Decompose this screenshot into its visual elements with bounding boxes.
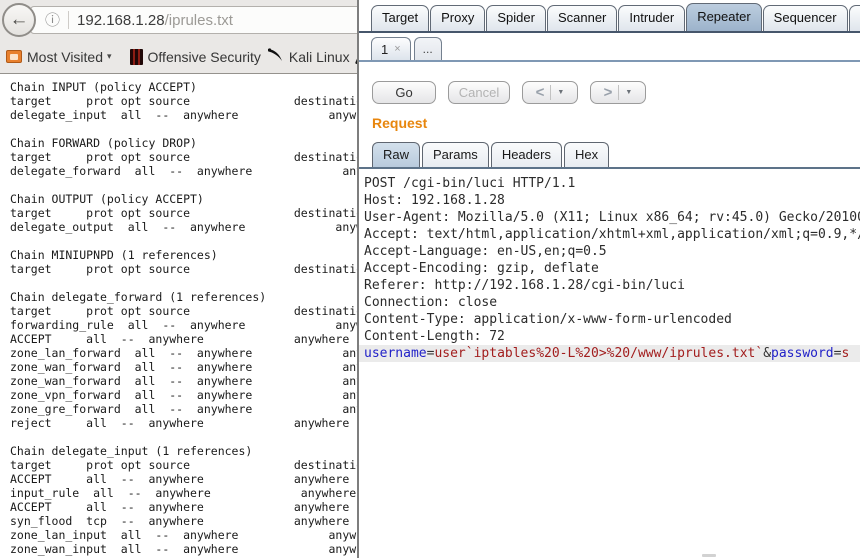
browser-chrome: ← ⓘ 192.168.1.28/iprules.txt Most Visite… — [0, 0, 357, 74]
kali-dragon-icon — [267, 46, 284, 68]
bookmarks-toolbar: Most Visited ▾ Offensive Security Kali L… — [0, 40, 357, 73]
back-arrow-icon: ← — [10, 10, 29, 29]
tab-proxy[interactable]: Proxy — [430, 5, 485, 31]
tab-scanner[interactable]: Scanner — [547, 5, 617, 31]
tab-intruder[interactable]: Intruder — [618, 5, 685, 31]
tab-target[interactable]: Target — [371, 5, 429, 31]
request-section-label: Request — [372, 115, 427, 131]
subtab-separator — [359, 60, 860, 62]
tab-decoder[interactable]: Decoder — [849, 5, 860, 31]
view-tab-params[interactable]: Params — [422, 142, 489, 167]
left-chevron-icon: < — [530, 84, 551, 101]
request-view-tabs: Raw Params Headers Hex — [372, 142, 609, 167]
tab-spider[interactable]: Spider — [486, 5, 546, 31]
url-text: 192.168.1.28/iprules.txt — [77, 12, 233, 29]
cancel-button[interactable]: Cancel — [448, 81, 510, 104]
back-button[interactable]: ← — [2, 3, 36, 37]
scrollbar-fragment — [702, 554, 716, 557]
view-tab-raw[interactable]: Raw — [372, 142, 420, 167]
most-visited-folder-icon — [6, 50, 22, 63]
burp-main-tabs: Target Proxy Spider Scanner Intruder Rep… — [371, 3, 860, 31]
url-path: /iprules.txt — [165, 12, 233, 29]
repeater-tab-1[interactable]: 1 × — [371, 37, 411, 60]
history-back-button[interactable]: < ▼ — [522, 81, 578, 104]
url-separator — [68, 11, 69, 29]
repeater-tab-more-label: ... — [423, 39, 433, 60]
page-content: Chain INPUT (policy ACCEPT) target prot … — [0, 75, 357, 558]
burp-pane: Target Proxy Spider Scanner Intruder Rep… — [359, 0, 860, 558]
viewtab-separator — [359, 167, 860, 169]
right-chevron-icon: > — [598, 84, 619, 101]
history-forward-button[interactable]: > ▼ — [590, 81, 646, 104]
browser-pane: ← ⓘ 192.168.1.28/iprules.txt Most Visite… — [0, 0, 357, 558]
repeater-controls: Go Cancel < ▼ > ▼ — [372, 81, 646, 104]
bookmark-kali-linux[interactable]: Kali Linux — [289, 49, 350, 65]
dropdown-caret-icon[interactable]: ▼ — [551, 89, 570, 96]
info-icon[interactable]: ⓘ — [45, 13, 60, 28]
bookmark-offensive-security[interactable]: Offensive Security — [148, 49, 261, 65]
url-bar[interactable]: ⓘ 192.168.1.28/iprules.txt — [30, 6, 357, 34]
request-editor[interactable]: POST /cgi-bin/luci HTTP/1.1 Host: 192.16… — [359, 172, 860, 558]
request-headers[interactable]: POST /cgi-bin/luci HTTP/1.1 Host: 192.16… — [359, 172, 860, 345]
tabbar-separator — [359, 31, 860, 33]
chevron-down-icon[interactable]: ▾ — [107, 51, 112, 62]
bookmark-most-visited[interactable]: Most Visited — [27, 49, 103, 65]
close-icon[interactable]: × — [394, 44, 400, 55]
url-host: 192.168.1.28 — [77, 12, 165, 29]
tab-repeater[interactable]: Repeater — [686, 3, 761, 31]
screen: ← ⓘ 192.168.1.28/iprules.txt Most Visite… — [0, 0, 860, 558]
request-body-line[interactable]: username=user`iptables%20-L%20>%20/www/i… — [359, 345, 860, 362]
repeater-subtabs: 1 × ... — [371, 37, 442, 60]
view-tab-headers[interactable]: Headers — [491, 142, 562, 167]
view-tab-hex[interactable]: Hex — [564, 142, 609, 167]
repeater-tab-more[interactable]: ... — [414, 37, 442, 60]
tab-sequencer[interactable]: Sequencer — [763, 5, 848, 31]
offensive-security-icon — [130, 49, 143, 65]
iptables-output: Chain INPUT (policy ACCEPT) target prot … — [0, 75, 357, 556]
dropdown-caret-icon[interactable]: ▼ — [619, 89, 638, 96]
go-button[interactable]: Go — [372, 81, 436, 104]
repeater-tab-1-label: 1 — [381, 39, 388, 60]
